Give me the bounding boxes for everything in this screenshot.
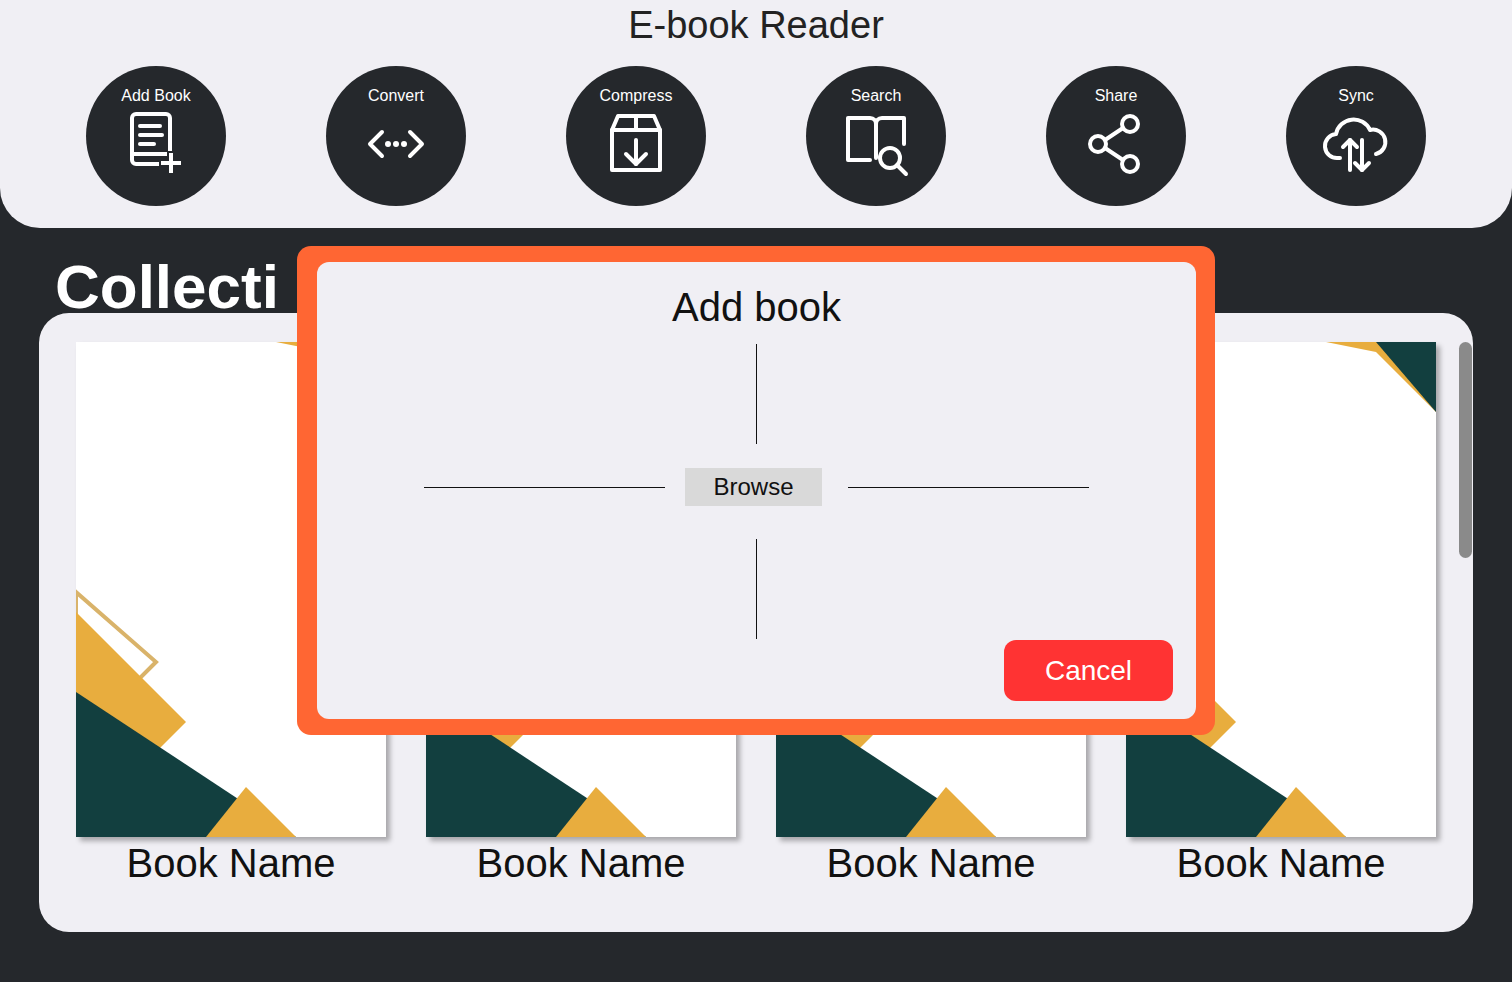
toolbar-label: Convert bbox=[368, 86, 424, 106]
toolbar-button[interactable]: Share bbox=[1046, 66, 1186, 206]
dialog-title: Add book bbox=[672, 284, 841, 330]
cancel-button[interactable]: Cancel bbox=[1004, 640, 1173, 701]
scrollbar[interactable] bbox=[1459, 342, 1472, 558]
toolbar-button[interactable]: Convert bbox=[326, 66, 466, 206]
toolbar-label: Add Book bbox=[121, 86, 190, 106]
book-name: Book Name bbox=[827, 837, 1036, 889]
toolbar-button[interactable]: Search bbox=[806, 66, 946, 206]
toolbar-label: Compress bbox=[600, 86, 673, 106]
toolbar-label: Sync bbox=[1338, 86, 1374, 106]
toolbar-button[interactable]: Add Book bbox=[86, 66, 226, 206]
toolbar-button[interactable]: Compress bbox=[566, 66, 706, 206]
toolbar-label: Share bbox=[1095, 86, 1138, 106]
drop-zone[interactable]: Browse bbox=[424, 344, 1089, 639]
drop-guide-line bbox=[424, 487, 665, 488]
sync-cloud-icon bbox=[1320, 106, 1392, 184]
book-name: Book Name bbox=[127, 837, 336, 889]
convert-icon bbox=[360, 106, 432, 184]
dialog-body: Add book Browse Cancel bbox=[317, 262, 1196, 719]
drop-zone-row: Browse bbox=[424, 468, 1089, 506]
search-book-icon bbox=[840, 106, 912, 184]
add-book-dialog: Add book Browse Cancel bbox=[297, 246, 1215, 735]
browse-button[interactable]: Browse bbox=[685, 468, 822, 506]
drop-guide-line bbox=[756, 539, 757, 639]
compress-icon bbox=[600, 106, 672, 184]
dialog-actions: Cancel bbox=[317, 640, 1196, 701]
share-icon bbox=[1080, 106, 1152, 184]
drop-guide-line bbox=[756, 344, 757, 444]
app-header: E-book Reader Add Book Convert Compress Sear… bbox=[0, 0, 1512, 228]
book-name: Book Name bbox=[477, 837, 686, 889]
toolbar: Add Book Convert Compress Search Share Sync bbox=[0, 66, 1512, 206]
app-title: E-book Reader bbox=[0, 0, 1512, 50]
toolbar-button[interactable]: Sync bbox=[1286, 66, 1426, 206]
book-name: Book Name bbox=[1177, 837, 1386, 889]
toolbar-label: Search bbox=[851, 86, 902, 106]
add-book-icon bbox=[120, 106, 192, 184]
drop-guide-line bbox=[848, 487, 1089, 488]
